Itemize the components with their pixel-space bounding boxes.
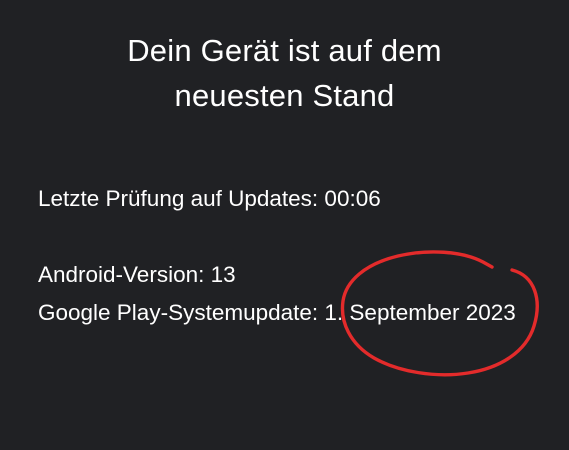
google-play-system-update-text: Google Play-Systemupdate: 1. September 2… [38, 300, 516, 325]
android-version-text: Android-Version: 13 [38, 262, 236, 287]
update-status-title-line2: neuesten Stand [174, 78, 395, 113]
update-status-title-line1: Dein Gerät ist auf dem [127, 33, 442, 68]
update-status-title: Dein Gerät ist auf dem neuesten Stand [0, 28, 569, 118]
system-update-screen: Dein Gerät ist auf dem neuesten Stand Le… [0, 0, 569, 450]
last-update-check-text: Letzte Prüfung auf Updates: 00:06 [38, 186, 381, 211]
